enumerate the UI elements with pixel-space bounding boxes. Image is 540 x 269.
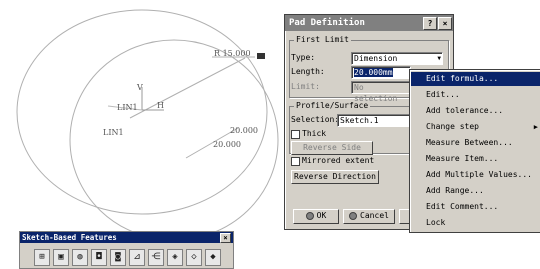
length-dimension-text-1[interactable]: 20.000 — [230, 126, 258, 135]
menu-item-add-multiple-values[interactable]: Add Multiple Values... — [426, 168, 532, 182]
line-label-1: LIN1 — [117, 103, 138, 112]
pocket-icon[interactable]: ▣ — [53, 249, 69, 266]
type-label: Type: — [291, 53, 316, 62]
menu-item-edit-formula[interactable]: Edit formula... — [411, 72, 540, 86]
ok-button[interactable]: OK — [293, 209, 339, 224]
type-select[interactable]: Dimension ▼ — [351, 52, 443, 65]
first-limit-label: First Limit — [294, 35, 351, 44]
remove-loft-icon[interactable]: ◆ — [205, 249, 221, 266]
menu-item-measure-between[interactable]: Measure Between... — [426, 136, 513, 150]
close-button[interactable]: × — [438, 17, 452, 30]
hole-icon[interactable]: ◘ — [91, 249, 107, 266]
slot-icon[interactable]: ⋲ — [148, 249, 164, 266]
menu-item-edit[interactable]: Edit... — [426, 88, 460, 102]
menu-item-add-range[interactable]: Add Range... — [426, 184, 484, 198]
cancel-button[interactable]: Cancel — [343, 209, 395, 224]
line-label-2: LIN1 — [103, 128, 124, 137]
groove-icon[interactable]: ◙ — [110, 249, 126, 266]
selection-label: Selection: — [291, 115, 340, 124]
reverse-side-button: Reverse Side — [291, 141, 373, 155]
cancel-icon — [349, 211, 358, 220]
radius-dimension-text[interactable]: R 15.000 — [214, 49, 251, 58]
selection-input[interactable]: Sketch.1 — [337, 114, 411, 127]
limit-label: Limit: — [291, 82, 320, 91]
submenu-arrow-icon: ▶ — [533, 123, 538, 131]
thick-label: Thick — [302, 129, 327, 138]
profile-surface-label: Profile/Surface — [294, 101, 371, 110]
help-button[interactable]: ? — [423, 17, 437, 30]
toolbar-title[interactable]: Sketch-Based Features × — [20, 232, 233, 243]
mirrored-extent-label: Mirrored extent — [302, 156, 375, 165]
axis-v-label: V — [136, 83, 143, 92]
rib-icon[interactable]: ⊿ — [129, 249, 145, 266]
radius-dimension-marker-icon — [257, 53, 265, 59]
sketch-based-features-toolbar: Sketch-Based Features × ⊞ ▣ ◍ ◘ ◙ ⊿ ⋲ ◈ … — [19, 231, 234, 269]
length-label: Length: — [291, 67, 325, 76]
ok-icon — [305, 211, 314, 220]
length-input[interactable]: 20.000mm — [351, 66, 411, 79]
radius-dimension-line — [129, 57, 246, 119]
menu-item-lock[interactable]: Lock — [426, 216, 445, 230]
stiffener-icon[interactable]: ◈ — [167, 249, 183, 266]
dialog-titlebar[interactable]: Pad Definition ? × — [285, 15, 453, 31]
menu-item-change-step[interactable]: Change step ▶ — [426, 120, 538, 134]
menu-item-add-tolerance[interactable]: Add tolerance... — [426, 104, 503, 118]
shaft-icon[interactable]: ◍ — [72, 249, 88, 266]
axis-h-label: H — [157, 101, 164, 110]
loft-icon[interactable]: ◇ — [186, 249, 202, 266]
dialog-title: Pad Definition — [289, 18, 365, 28]
length-dimension-text-2[interactable]: 20.000 — [213, 140, 241, 149]
toolbar-close-button[interactable]: × — [220, 233, 231, 243]
thick-checkbox[interactable] — [291, 130, 300, 139]
mirrored-extent-checkbox[interactable] — [291, 157, 300, 166]
cylinder-outline-front — [69, 39, 279, 241]
menu-item-measure-item[interactable]: Measure Item... — [426, 152, 498, 166]
parameter-context-menu: Edit formula... Edit... Add tolerance...… — [409, 69, 540, 233]
dropdown-arrow-icon[interactable]: ▼ — [437, 53, 441, 64]
menu-item-edit-comment[interactable]: Edit Comment... — [426, 200, 498, 214]
pad-icon[interactable]: ⊞ — [34, 249, 50, 266]
reverse-direction-button[interactable]: Reverse Direction — [291, 170, 379, 184]
limit-input: No selection — [351, 81, 411, 103]
